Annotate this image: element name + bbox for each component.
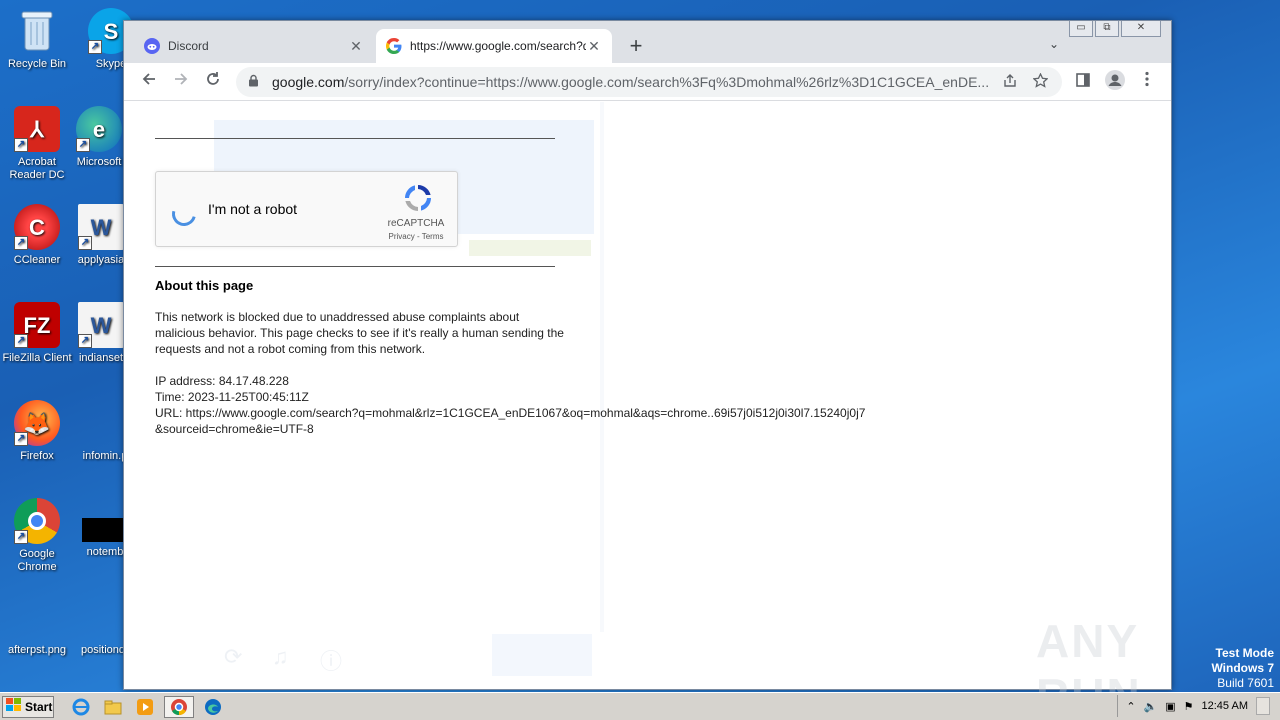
edge-taskbar-icon[interactable] [200, 696, 226, 718]
tab-search-chevron-icon[interactable]: ⌄ [1044, 37, 1064, 57]
internet-explorer-taskbar-icon[interactable] [68, 696, 94, 718]
filezilla-icon: FZ ↗ [14, 302, 60, 348]
maximize-button[interactable]: ⧉ [1095, 21, 1119, 37]
chrome-icon: ↗ [14, 498, 60, 544]
divider [155, 266, 555, 267]
recycle-bin-icon [14, 8, 60, 54]
show-hidden-icons-icon[interactable]: ⌃ [1126, 700, 1135, 713]
chrome-window: Discord ✕ https://www.google.com/search?… [123, 20, 1172, 690]
desktop-icon-firefox[interactable]: 🦊 ↗ Firefox [0, 400, 74, 463]
google-icon [386, 38, 402, 54]
close-window-button[interactable]: ✕ [1121, 21, 1161, 37]
recaptcha-brand: reCAPTCHA [387, 218, 445, 229]
file-icon [80, 618, 126, 640]
edge-icon: e ↗ [76, 106, 122, 152]
recaptcha-widget[interactable]: I'm not a robot reCAPTCHA Privacy - Term… [155, 171, 458, 247]
action-center-flag-icon[interactable]: ⚑ [1184, 700, 1194, 713]
close-tab-icon[interactable]: ✕ [586, 38, 602, 54]
side-panel-icon[interactable] [1071, 70, 1095, 94]
address-bar[interactable]: google.com/sorry/index?continue=https://… [236, 67, 1062, 97]
reload-icon[interactable] [201, 70, 225, 94]
desktop-icon-ccleaner[interactable]: C ↗ CCleaner [0, 204, 74, 267]
share-icon[interactable] [1000, 73, 1020, 91]
window-controls: ▭ ⧉ ✕ [1069, 21, 1161, 37]
windows-logo-icon [6, 698, 22, 715]
desktop-icon-recycle-bin[interactable]: Recycle Bin [0, 8, 74, 71]
desktop-icon-afterpst[interactable]: afterpst.png [0, 618, 74, 657]
tab-title: https://www.google.com/search?q= [410, 39, 586, 53]
about-page-heading: About this page [155, 278, 254, 293]
taskbar: Start ⌃ 🔈 ▣ ⚑ 12:45 AM [0, 692, 1280, 720]
ghost-overlay [469, 240, 591, 256]
recaptcha-privacy-terms-link[interactable]: Privacy - Terms [380, 232, 452, 241]
image-file-icon [14, 618, 60, 640]
close-tab-icon[interactable]: ✕ [348, 38, 364, 54]
ccleaner-icon: C ↗ [14, 204, 60, 250]
back-arrow-icon[interactable] [137, 70, 161, 94]
bookmark-star-icon[interactable] [1030, 72, 1050, 91]
tab-title: Discord [168, 39, 209, 53]
word-document-icon: W ↗ [78, 204, 124, 250]
ghost-reload-icon: ⟳ [224, 644, 243, 669]
minimize-button[interactable]: ▭ [1069, 21, 1093, 37]
url-text: google.com/sorry/index?continue=https://… [272, 74, 990, 90]
file-explorer-taskbar-icon[interactable] [100, 696, 126, 718]
kebab-menu-icon[interactable] [1135, 70, 1159, 94]
tab-discord[interactable]: Discord ✕ [134, 29, 374, 63]
file-icon [82, 400, 128, 446]
divider [155, 138, 555, 139]
system-tray: ⌃ 🔈 ▣ ⚑ 12:45 AM [1117, 695, 1278, 717]
tab-strip: Discord ✕ https://www.google.com/search?… [124, 21, 1171, 63]
ip-address: IP address: 84.17.48.228 [155, 374, 289, 388]
recaptcha-logo-icon [402, 182, 434, 214]
desktop-icon-filezilla[interactable]: FZ ↗ FileZilla Client [0, 302, 74, 365]
acrobat-icon: ⅄ ↗ [14, 106, 60, 152]
desktop-icon-chrome[interactable]: ↗ Google Chrome [0, 498, 74, 574]
anyrun-watermark: ANY RUN [1036, 615, 1140, 720]
volume-icon[interactable]: 🔈 [1144, 700, 1158, 713]
page-content: I'm not a robot reCAPTCHA Privacy - Term… [124, 102, 1171, 689]
blocked-url: URL: https://www.google.com/search?q=moh… [155, 406, 866, 436]
forward-arrow-icon[interactable] [169, 70, 193, 94]
media-player-taskbar-icon[interactable] [132, 696, 158, 718]
network-icon[interactable]: ▣ [1165, 700, 1175, 713]
loading-spinner-icon[interactable] [167, 197, 201, 231]
timestamp: Time: 2023-11-25T00:45:11Z [155, 390, 309, 404]
clock[interactable]: 12:45 AM [1202, 700, 1248, 712]
chrome-taskbar-icon[interactable] [164, 695, 194, 718]
ghost-button [492, 634, 592, 676]
word-document-icon: W ↗ [78, 302, 124, 348]
ghost-headphones-icon: ♫ [272, 644, 289, 669]
firefox-icon: 🦊 ↗ [14, 400, 60, 446]
blocked-explanation: This network is blocked due to unaddress… [155, 310, 564, 356]
show-desktop-button[interactable] [1256, 697, 1270, 715]
recaptcha-label: I'm not a robot [208, 201, 298, 217]
ghost-info-icon: ⓘ [320, 649, 343, 674]
profile-avatar-icon[interactable] [1103, 70, 1127, 94]
discord-icon [144, 38, 160, 54]
tab-google-search[interactable]: https://www.google.com/search?q= ✕ [376, 29, 612, 63]
browser-toolbar: google.com/sorry/index?continue=https://… [124, 63, 1171, 101]
file-thumbnail-icon [82, 518, 128, 542]
new-tab-button[interactable]: + [624, 35, 648, 59]
lock-icon [248, 74, 262, 90]
ghost-divider [600, 102, 604, 632]
start-button[interactable]: Start [2, 695, 54, 718]
